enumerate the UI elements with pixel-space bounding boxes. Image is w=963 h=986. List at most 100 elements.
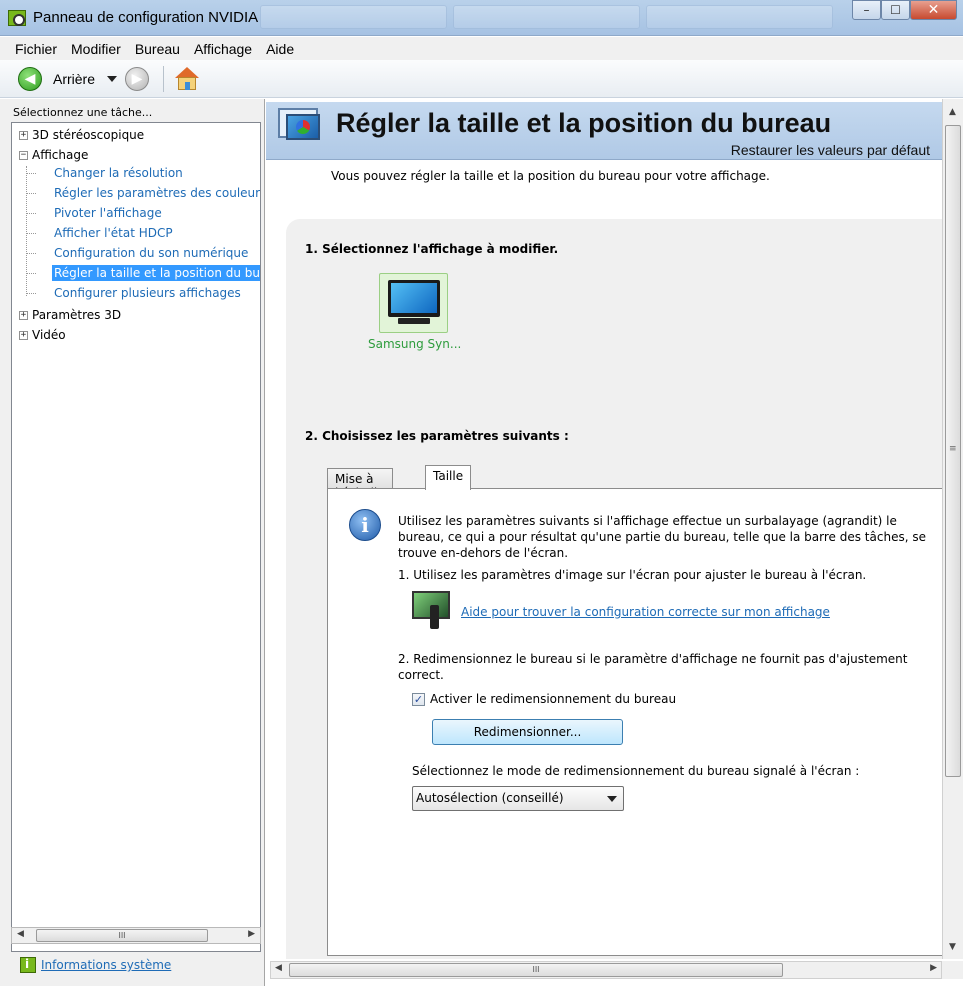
menu-bar: Fichier Modifier Bureau Affichage Aide (0, 37, 963, 60)
title-bar[interactable]: Panneau de configuration NVIDIA – ☐ ✕ (0, 0, 963, 36)
main-panel: Régler la taille et la position du burea… (266, 99, 963, 986)
menu-affichage[interactable]: Affichage (187, 41, 259, 57)
tree-group-label[interactable]: Paramètres 3D (32, 308, 121, 322)
home-icon[interactable] (174, 66, 200, 91)
menu-bureau[interactable]: Bureau (128, 41, 187, 57)
tree-item-label[interactable]: Afficher l'état HDCP (52, 225, 175, 241)
display-selector-tile[interactable] (379, 273, 448, 333)
resize-mode-value: Autosélection (conseillé) (416, 791, 564, 805)
help-link[interactable]: Aide pour trouver la configuration corre… (461, 605, 830, 619)
page-header: Régler la taille et la position du burea… (266, 102, 942, 160)
tree-item-label[interactable]: Changer la résolution (52, 165, 185, 181)
expand-icon[interactable]: + (19, 330, 28, 340)
tree-group-parametres-3d[interactable]: + Paramètres 3D (19, 305, 121, 325)
scroll-right-icon[interactable]: ▶ (248, 929, 255, 939)
system-info-icon (20, 957, 36, 973)
step-1-heading: 1. Sélectionnez l'affichage à modifier. (305, 242, 559, 256)
scroll-left-icon[interactable]: ◀ (17, 929, 24, 939)
task-label: Sélectionnez une tâche... (13, 106, 153, 119)
scroll-grip-icon: ≡ (949, 444, 957, 454)
tree-item-label[interactable]: Pivoter l'affichage (52, 205, 164, 221)
tree-group-label[interactable]: Vidéo (32, 328, 66, 342)
tree-horizontal-scrollbar[interactable]: ◀ III ▶ (11, 927, 261, 944)
scroll-left-icon[interactable]: ◀ (275, 963, 282, 973)
scroll-up-icon[interactable]: ▲ (949, 107, 956, 117)
system-info[interactable]: Informations système (20, 957, 171, 973)
menu-aide[interactable]: Aide (259, 41, 301, 57)
tree-group-affichage[interactable]: − Affichage (19, 145, 88, 165)
tab-taille[interactable]: Taille (425, 465, 472, 490)
scrollbar-corner (942, 961, 963, 979)
resize-mode-select[interactable]: Autosélection (conseillé) (412, 786, 624, 811)
background-windows (260, 5, 833, 29)
tree-item-son-numerique[interactable]: Configuration du son numérique (52, 243, 250, 263)
main-horizontal-scrollbar[interactable]: ◀ III ▶ (270, 961, 942, 979)
tab-mise-a-echelle[interactable]: Mise à l'échelle (327, 468, 393, 500)
tree-item-changer-resolution[interactable]: Changer la résolution (52, 163, 185, 183)
nvidia-app-icon (8, 10, 26, 26)
main-vertical-scrollbar[interactable]: ▲ ≡ ▼ (942, 99, 963, 959)
tree-item-taille-position[interactable]: Régler la taille et la position du burea… (52, 263, 260, 283)
tree-item-pivoter[interactable]: Pivoter l'affichage (52, 203, 164, 223)
menu-fichier[interactable]: Fichier (8, 41, 64, 57)
back-button[interactable]: ◀ (18, 66, 42, 91)
toolbar-separator (163, 65, 165, 92)
forward-arrow-icon: ▶ (131, 70, 143, 87)
page-title: Régler la taille et la position du burea… (336, 108, 832, 138)
window-title: Panneau de configuration NVIDIA (33, 9, 259, 26)
display-name[interactable]: Samsung Syn... (368, 337, 461, 351)
chevron-down-icon[interactable] (607, 796, 617, 802)
tree-group-video[interactable]: + Vidéo (19, 325, 66, 345)
tree-guide (27, 293, 36, 294)
system-info-link[interactable]: Informations système (41, 958, 171, 972)
tree-guide (27, 273, 36, 274)
tree-item-label[interactable]: Régler les paramètres des couleurs du bu… (52, 185, 260, 201)
tree-group-3d-stereo[interactable]: + 3D stéréoscopique (19, 125, 144, 145)
tree-guide (27, 233, 36, 234)
close-button[interactable]: ✕ (910, 0, 957, 20)
collapse-icon[interactable]: − (19, 150, 28, 160)
tree-item-label[interactable]: Configurer plusieurs affichages (52, 285, 243, 301)
minimize-button[interactable]: – (852, 0, 881, 20)
monitor-icon (388, 280, 440, 317)
tree-item-couleurs[interactable]: Régler les paramètres des couleurs du bu… (52, 183, 260, 203)
tree-item-plusieurs-affichages[interactable]: Configurer plusieurs affichages (52, 283, 243, 303)
forward-button[interactable]: ▶ (125, 66, 150, 91)
back-label[interactable]: Arrière (53, 71, 95, 87)
tree-guide (27, 173, 36, 174)
instruction-1: 1. Utilisez les paramètres d'image sur l… (398, 568, 867, 582)
background-window-tab (646, 5, 833, 29)
display-settings-icon (278, 108, 324, 146)
info-icon: i (349, 509, 381, 541)
instruction-2: 2. Redimensionnez le bureau si le paramè… (398, 652, 908, 682)
tree-group-label[interactable]: Affichage (32, 148, 88, 162)
tree-guide (27, 253, 36, 254)
step-2-heading: 2. Choisissez les paramètres suivants : (305, 429, 569, 443)
tree-item-label[interactable]: Configuration du son numérique (52, 245, 250, 261)
scrollbar-thumb[interactable]: III (36, 929, 208, 942)
background-window-tab (260, 5, 447, 29)
expand-icon[interactable]: + (19, 310, 28, 320)
background-window-tab (453, 5, 640, 29)
tree-guide (27, 193, 36, 194)
enable-resize-label[interactable]: Activer le redimensionnement du bureau (430, 692, 676, 706)
scrollbar-thumb[interactable]: ≡ (945, 125, 961, 777)
toolbar: ◀ Arrière ▶ (0, 60, 963, 98)
enable-resize-checkbox[interactable]: ✓ (412, 692, 425, 706)
scrollbar-thumb[interactable]: III (289, 963, 783, 977)
scroll-down-icon[interactable]: ▼ (949, 942, 956, 952)
enable-resize-checkbox-row[interactable]: ✓ Activer le redimensionnement du bureau (412, 692, 676, 706)
back-history-dropdown-icon[interactable] (107, 75, 118, 82)
maximize-button[interactable]: ☐ (881, 0, 910, 20)
tree-guide (27, 213, 36, 214)
expand-icon[interactable]: + (19, 130, 28, 140)
tree-item-label-selected[interactable]: Régler la taille et la position du burea… (52, 265, 260, 281)
tab-panel-taille: i Utilisez les paramètres suivants si l'… (327, 488, 942, 956)
menu-modifier[interactable]: Modifier (64, 41, 128, 57)
restore-defaults-link[interactable]: Restaurer les valeurs par défaut (731, 142, 930, 158)
window-controls: – ☐ ✕ (852, 0, 957, 20)
resize-button[interactable]: Redimensionner... (432, 719, 623, 745)
scroll-right-icon[interactable]: ▶ (930, 963, 937, 973)
tree-group-label[interactable]: 3D stéréoscopique (32, 128, 144, 142)
tree-item-hdcp[interactable]: Afficher l'état HDCP (52, 223, 175, 243)
